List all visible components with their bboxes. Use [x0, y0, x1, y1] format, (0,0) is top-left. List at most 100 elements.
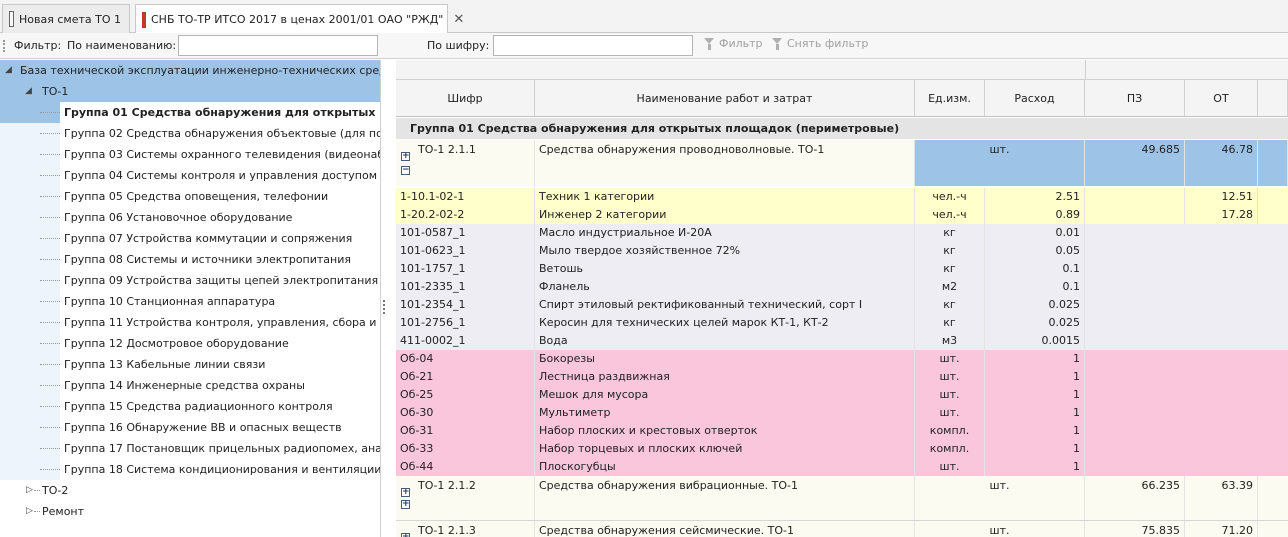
table-row-equipment[interactable]: Об-44 Плоскогубцы шт. 1: [396, 458, 1288, 476]
column-header-ot[interactable]: ОТ: [1185, 80, 1258, 117]
cell-name: Масло индустриальное И-20А: [535, 224, 915, 242]
column-header-pz[interactable]: ПЗ: [1085, 80, 1185, 117]
cell-name: Фланель: [535, 278, 915, 296]
tree-node-group[interactable]: Группа 09 Устройства защиты цепей электр…: [0, 270, 380, 291]
expand-icon[interactable]: +: [401, 500, 410, 509]
cell-ot: 46.78: [1185, 140, 1258, 186]
cell-unit: м3: [915, 332, 985, 350]
cell-qty: 2.51: [985, 188, 1085, 206]
table-row-material[interactable]: 411-0002_1 Вода м3 0.0015: [396, 332, 1288, 350]
table-row-equipment[interactable]: Об-31 Набор плоских и крестовых отверток…: [396, 422, 1288, 440]
tree-node-label: Группа 04 Системы контроля и управления …: [64, 169, 378, 182]
tree-node-group[interactable]: Группа 06 Установочное оборудование: [0, 207, 380, 228]
tree-node-group[interactable]: Группа 10 Станционная аппаратура: [0, 291, 380, 312]
table-row-labor[interactable]: 1-20.2-02-2 Инженер 2 категории чел.-ч 0…: [396, 206, 1288, 224]
expand-icon[interactable]: +: [401, 488, 410, 497]
cell-name: Средства обнаружения проводноволновые. Т…: [535, 140, 915, 186]
tree-node-group[interactable]: Группа 15 Средства радиационного контрол…: [0, 396, 380, 417]
expand-icon[interactable]: ▷: [26, 501, 33, 522]
expand-icon[interactable]: +: [401, 533, 410, 537]
cell-code: 101-2756_1: [396, 314, 535, 332]
cell-pz: 49.685: [1085, 140, 1185, 186]
panel-splitter[interactable]: [383, 300, 386, 314]
cell-name: Керосин для технических целей марок КТ-1…: [535, 314, 915, 332]
table-row-labor[interactable]: 1-10.1-02-1 Техник 1 категории чел.-ч 2.…: [396, 188, 1288, 206]
table-row-material[interactable]: 101-2756_1 Керосин для технических целей…: [396, 314, 1288, 332]
group-row[interactable]: Группа 01 Средства обнаружения для откры…: [396, 118, 1288, 139]
toolbar-grip[interactable]: [3, 40, 5, 52]
cell-code: ТО-1 2.1.3: [414, 521, 535, 537]
tree-node-group[interactable]: Группа 14 Инженерные средства охраны: [0, 375, 380, 396]
close-icon[interactable]: ✕: [453, 12, 464, 27]
expand-icon[interactable]: +: [401, 152, 410, 161]
cell-ot: 12.51: [1185, 188, 1258, 206]
cell-qty: 1: [985, 386, 1085, 404]
cell-qty: 0.025: [985, 296, 1085, 314]
cell-qty: 1: [985, 440, 1085, 458]
cell-code: Об-44: [396, 458, 535, 476]
cell-name: Мультиметр: [535, 404, 915, 422]
filter-toolbar: Фильтр: По наименованию: По шифру: Фильт…: [0, 33, 1288, 59]
table-row-equipment[interactable]: Об-04 Бокорезы шт. 1: [396, 350, 1288, 368]
tree-node-group[interactable]: Группа 05 Средства оповещения, телефонии: [0, 186, 380, 207]
collapse-icon[interactable]: ◢: [25, 81, 32, 102]
column-header-code[interactable]: Шифр: [396, 80, 535, 117]
tree-node-label: Ремонт: [42, 505, 85, 518]
filter-by-code-label: По шифру:: [427, 39, 490, 52]
tree-node-to1[interactable]: ◢ ТО-1: [0, 81, 380, 102]
filter-label: Фильтр:: [14, 39, 62, 52]
table-row-equipment[interactable]: Об-30 Мультиметр шт. 1: [396, 404, 1288, 422]
filter-by-code-input[interactable]: [493, 35, 693, 56]
clear-filter-button[interactable]: Снять фильтр: [772, 37, 868, 50]
tree-node-group[interactable]: Группа 02 Средства обнаружения объектовы…: [0, 123, 380, 144]
cell-unit: шт.: [915, 458, 985, 476]
cell-code: 101-0623_1: [396, 242, 535, 260]
collapse-icon[interactable]: −: [401, 166, 410, 175]
tree-node-to2[interactable]: ▷ ТО-2: [0, 480, 380, 501]
apply-filter-button[interactable]: Фильтр: [704, 37, 763, 50]
table-row-equipment[interactable]: Об-33 Набор торцевых и плоских ключей ко…: [396, 440, 1288, 458]
tree-node-group[interactable]: Группа 01 Средства обнаружения для откры…: [0, 102, 380, 123]
table-row-equipment[interactable]: Об-25 Мешок для мусора шт. 1: [396, 386, 1288, 404]
table-row-item[interactable]: + + ТО-1 2.1.2 Средства обнаружения вибр…: [396, 476, 1288, 520]
column-header-unit[interactable]: Ед.изм.: [915, 80, 985, 117]
tree-node-group[interactable]: Группа 17 Постановщик прицельных радиопо…: [0, 438, 380, 459]
tree-node-group[interactable]: Группа 13 Кабельные линии связи: [0, 354, 380, 375]
cell-pz: 75.835: [1085, 521, 1185, 537]
cell-code: Об-21: [396, 368, 535, 386]
cell-unit: чел.-ч: [915, 206, 985, 224]
catalog-tree: ◢ База технической эксплуатации инженерн…: [0, 60, 381, 537]
cell-code: 411-0002_1: [396, 332, 535, 350]
tree-node-label: Группа 11 Устройства контроля, управлени…: [64, 316, 380, 329]
cell-qty: 1: [985, 422, 1085, 440]
table-row-material[interactable]: 101-0623_1 Мыло твердое хозяйственное 72…: [396, 242, 1288, 260]
tree-node-group[interactable]: Группа 07 Устройства коммутации и сопряж…: [0, 228, 380, 249]
tree-node-group[interactable]: Группа 11 Устройства контроля, управлени…: [0, 312, 380, 333]
tree-node-group[interactable]: Группа 04 Системы контроля и управления …: [0, 165, 380, 186]
column-header-name[interactable]: Наименование работ и затрат: [535, 80, 915, 117]
filter-by-name-input[interactable]: [178, 35, 378, 56]
tree-node-group[interactable]: Группа 12 Досмотровое оборудование: [0, 333, 380, 354]
tree-node-group[interactable]: Группа 08 Системы и источники электропит…: [0, 249, 380, 270]
table-row-equipment[interactable]: Об-21 Лестница раздвижная шт. 1: [396, 368, 1288, 386]
table-row-item[interactable]: + − ТО-1 2.1.1 Средства обнаружения пров…: [396, 140, 1288, 186]
table-row-material[interactable]: 101-1757_1 Ветошь кг 0.1: [396, 260, 1288, 278]
table-row-material[interactable]: 101-0587_1 Масло индустриальное И-20А кг…: [396, 224, 1288, 242]
cell-ot: 63.39: [1185, 476, 1258, 520]
table-row-material[interactable]: 101-2335_1 Фланель м2 0.1: [396, 278, 1288, 296]
column-header-qty[interactable]: Расход: [985, 80, 1085, 117]
tree-node-root[interactable]: ◢ База технической эксплуатации инженерн…: [0, 60, 380, 81]
tree-node-group[interactable]: Группа 03 Системы охранного телевидения …: [0, 144, 380, 165]
cell-qty: 1: [985, 458, 1085, 476]
tree-node-group[interactable]: Группа 16 Обнаружение ВВ и опасных вещес…: [0, 417, 380, 438]
tree-node-repair[interactable]: ▷ Ремонт: [0, 501, 380, 522]
tab-new-estimate[interactable]: Новая смета ТО 1: [2, 4, 130, 33]
cell-unit: шт.: [915, 140, 1085, 186]
expand-icon[interactable]: ▷: [26, 480, 33, 501]
tree-node-group[interactable]: Группа 18 Система кондиционирования и ве…: [0, 459, 380, 480]
tree-node-label: ТО-1: [42, 85, 69, 98]
collapse-icon[interactable]: ◢: [5, 60, 12, 81]
tab-snb-catalog[interactable]: СНБ ТО-ТР ИТСО 2017 в ценах 2001/01 ОАО …: [135, 4, 464, 34]
table-row-material[interactable]: 101-2354_1 Спирт этиловый ректификованны…: [396, 296, 1288, 314]
table-row-item[interactable]: + ТО-1 2.1.3 Средства обнаружения сейсми…: [396, 521, 1288, 537]
